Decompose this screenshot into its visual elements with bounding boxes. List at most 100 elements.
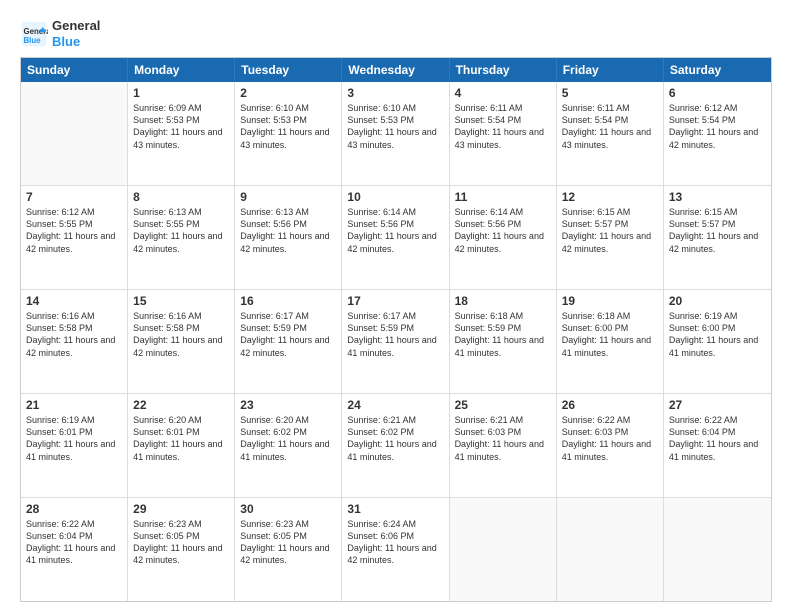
calendar-cell: 13Sunrise: 6:15 AM Sunset: 5:57 PM Dayli… xyxy=(664,186,771,289)
cell-info: Sunrise: 6:10 AM Sunset: 5:53 PM Dayligh… xyxy=(240,102,336,151)
calendar-cell: 1 Sunrise: 6:09 AM Sunset: 5:53 PM Daylig… xyxy=(128,82,235,185)
cell-info: Sunrise: 6:13 AM Sunset: 5:56 PM Dayligh… xyxy=(240,206,336,255)
cell-info: Sunrise: 6:20 AM Sunset: 6:01 PM Dayligh… xyxy=(133,414,229,463)
header-day-monday: Monday xyxy=(128,58,235,82)
day-number: 16 xyxy=(240,294,336,308)
calendar-body: 1 Sunrise: 6:09 AM Sunset: 5:53 PM Daylig… xyxy=(21,82,771,601)
calendar-cell: 5 Sunrise: 6:11 AM Sunset: 5:54 PM Daylig… xyxy=(557,82,664,185)
calendar-cell: 4Sunrise: 6:11 AM Sunset: 5:54 PM Daylig… xyxy=(450,82,557,185)
cell-info: Sunrise: 6:19 AM Sunset: 6:01 PM Dayligh… xyxy=(26,414,122,463)
calendar-cell: 26 Sunrise: 6:22 AM Sunset: 6:03 PM Dayli… xyxy=(557,394,664,497)
day-number: 9 xyxy=(240,190,336,204)
calendar-cell: 6 Sunrise: 6:12 AM Sunset: 5:54 PM Daylig… xyxy=(664,82,771,185)
calendar-cell: 10 Sunrise: 6:14 AM Sunset: 5:56 PM Dayli… xyxy=(342,186,449,289)
header-day-sunday: Sunday xyxy=(21,58,128,82)
day-number: 30 xyxy=(240,502,336,516)
cell-info: Sunrise: 6:12 AM Sunset: 5:54 PM Dayligh… xyxy=(669,102,766,151)
day-number: 31 xyxy=(347,502,443,516)
cell-info: Sunrise: 6:23 AM Sunset: 6:05 PM Dayligh… xyxy=(133,518,229,567)
day-number: 8 xyxy=(133,190,229,204)
header-day-thursday: Thursday xyxy=(450,58,557,82)
cell-info: Sunrise: 6:16 AM Sunset: 5:58 PM Dayligh… xyxy=(133,310,229,359)
calendar-cell: 30 Sunrise: 6:23 AM Sunset: 6:05 PM Dayli… xyxy=(235,498,342,601)
cell-info: Sunrise: 6:15 AM Sunset: 5:57 PM Dayligh… xyxy=(562,206,658,255)
calendar-row-1: 7Sunrise: 6:12 AM Sunset: 5:55 PM Daylig… xyxy=(21,185,771,289)
calendar-cell: 16 Sunrise: 6:17 AM Sunset: 5:59 PM Dayli… xyxy=(235,290,342,393)
header-day-wednesday: Wednesday xyxy=(342,58,449,82)
calendar-cell: 20Sunrise: 6:19 AM Sunset: 6:00 PM Dayli… xyxy=(664,290,771,393)
cell-info: Sunrise: 6:16 AM Sunset: 5:58 PM Dayligh… xyxy=(26,310,122,359)
calendar-cell xyxy=(664,498,771,601)
calendar-cell: 29 Sunrise: 6:23 AM Sunset: 6:05 PM Dayli… xyxy=(128,498,235,601)
cell-info: Sunrise: 6:09 AM Sunset: 5:53 PM Dayligh… xyxy=(133,102,229,151)
calendar-cell: 18 Sunrise: 6:18 AM Sunset: 5:59 PM Dayli… xyxy=(450,290,557,393)
day-number: 18 xyxy=(455,294,551,308)
calendar-cell: 9 Sunrise: 6:13 AM Sunset: 5:56 PM Daylig… xyxy=(235,186,342,289)
header-day-saturday: Saturday xyxy=(664,58,771,82)
day-number: 24 xyxy=(347,398,443,412)
header-day-friday: Friday xyxy=(557,58,664,82)
cell-info: Sunrise: 6:12 AM Sunset: 5:55 PM Dayligh… xyxy=(26,206,122,255)
day-number: 21 xyxy=(26,398,122,412)
day-number: 11 xyxy=(455,190,551,204)
cell-info: Sunrise: 6:22 AM Sunset: 6:04 PM Dayligh… xyxy=(26,518,122,567)
calendar-row-4: 28Sunrise: 6:22 AM Sunset: 6:04 PM Dayli… xyxy=(21,497,771,601)
cell-info: Sunrise: 6:21 AM Sunset: 6:02 PM Dayligh… xyxy=(347,414,443,463)
calendar-cell: 15 Sunrise: 6:16 AM Sunset: 5:58 PM Dayli… xyxy=(128,290,235,393)
day-number: 5 xyxy=(562,86,658,100)
cell-info: Sunrise: 6:17 AM Sunset: 5:59 PM Dayligh… xyxy=(347,310,443,359)
calendar-cell: 3Sunrise: 6:10 AM Sunset: 5:53 PM Daylig… xyxy=(342,82,449,185)
cell-info: Sunrise: 6:13 AM Sunset: 5:55 PM Dayligh… xyxy=(133,206,229,255)
cell-info: Sunrise: 6:20 AM Sunset: 6:02 PM Dayligh… xyxy=(240,414,336,463)
day-number: 27 xyxy=(669,398,766,412)
day-number: 29 xyxy=(133,502,229,516)
day-number: 2 xyxy=(240,86,336,100)
day-number: 6 xyxy=(669,86,766,100)
cell-info: Sunrise: 6:19 AM Sunset: 6:00 PM Dayligh… xyxy=(669,310,766,359)
day-number: 23 xyxy=(240,398,336,412)
cell-info: Sunrise: 6:10 AM Sunset: 5:53 PM Dayligh… xyxy=(347,102,443,151)
calendar-header: SundayMondayTuesdayWednesdayThursdayFrid… xyxy=(21,58,771,82)
cell-info: Sunrise: 6:22 AM Sunset: 6:03 PM Dayligh… xyxy=(562,414,658,463)
page: General Blue General Blue SundayMondayTu… xyxy=(0,0,792,612)
calendar-row-0: 1 Sunrise: 6:09 AM Sunset: 5:53 PM Daylig… xyxy=(21,82,771,185)
day-number: 19 xyxy=(562,294,658,308)
calendar-cell xyxy=(450,498,557,601)
cell-info: Sunrise: 6:11 AM Sunset: 5:54 PM Dayligh… xyxy=(562,102,658,151)
logo: General Blue General Blue xyxy=(20,18,100,49)
cell-info: Sunrise: 6:14 AM Sunset: 5:56 PM Dayligh… xyxy=(347,206,443,255)
cell-info: Sunrise: 6:17 AM Sunset: 5:59 PM Dayligh… xyxy=(240,310,336,359)
cell-info: Sunrise: 6:18 AM Sunset: 6:00 PM Dayligh… xyxy=(562,310,658,359)
calendar-cell: 2 Sunrise: 6:10 AM Sunset: 5:53 PM Daylig… xyxy=(235,82,342,185)
calendar-cell: 17Sunrise: 6:17 AM Sunset: 5:59 PM Dayli… xyxy=(342,290,449,393)
calendar-cell: 31 Sunrise: 6:24 AM Sunset: 6:06 PM Dayli… xyxy=(342,498,449,601)
calendar-cell: 8 Sunrise: 6:13 AM Sunset: 5:55 PM Daylig… xyxy=(128,186,235,289)
day-number: 25 xyxy=(455,398,551,412)
day-number: 14 xyxy=(26,294,122,308)
header: General Blue General Blue xyxy=(20,18,772,49)
svg-text:Blue: Blue xyxy=(24,35,42,44)
day-number: 26 xyxy=(562,398,658,412)
cell-info: Sunrise: 6:15 AM Sunset: 5:57 PM Dayligh… xyxy=(669,206,766,255)
calendar-cell xyxy=(21,82,128,185)
calendar-cell: 25 Sunrise: 6:21 AM Sunset: 6:03 PM Dayli… xyxy=(450,394,557,497)
day-number: 4 xyxy=(455,86,551,100)
logo-icon: General Blue xyxy=(20,20,48,48)
calendar-cell: 14 Sunrise: 6:16 AM Sunset: 5:58 PM Dayli… xyxy=(21,290,128,393)
calendar-cell: 22Sunrise: 6:20 AM Sunset: 6:01 PM Dayli… xyxy=(128,394,235,497)
calendar-cell xyxy=(557,498,664,601)
cell-info: Sunrise: 6:22 AM Sunset: 6:04 PM Dayligh… xyxy=(669,414,766,463)
day-number: 1 xyxy=(133,86,229,100)
calendar-cell: 11 Sunrise: 6:14 AM Sunset: 5:56 PM Dayli… xyxy=(450,186,557,289)
cell-info: Sunrise: 6:21 AM Sunset: 6:03 PM Dayligh… xyxy=(455,414,551,463)
calendar-cell: 27 Sunrise: 6:22 AM Sunset: 6:04 PM Dayli… xyxy=(664,394,771,497)
cell-info: Sunrise: 6:14 AM Sunset: 5:56 PM Dayligh… xyxy=(455,206,551,255)
cell-info: Sunrise: 6:24 AM Sunset: 6:06 PM Dayligh… xyxy=(347,518,443,567)
cell-info: Sunrise: 6:23 AM Sunset: 6:05 PM Dayligh… xyxy=(240,518,336,567)
cell-info: Sunrise: 6:18 AM Sunset: 5:59 PM Dayligh… xyxy=(455,310,551,359)
header-day-tuesday: Tuesday xyxy=(235,58,342,82)
calendar-cell: 23 Sunrise: 6:20 AM Sunset: 6:02 PM Dayli… xyxy=(235,394,342,497)
day-number: 15 xyxy=(133,294,229,308)
calendar-cell: 19 Sunrise: 6:18 AM Sunset: 6:00 PM Dayli… xyxy=(557,290,664,393)
day-number: 10 xyxy=(347,190,443,204)
